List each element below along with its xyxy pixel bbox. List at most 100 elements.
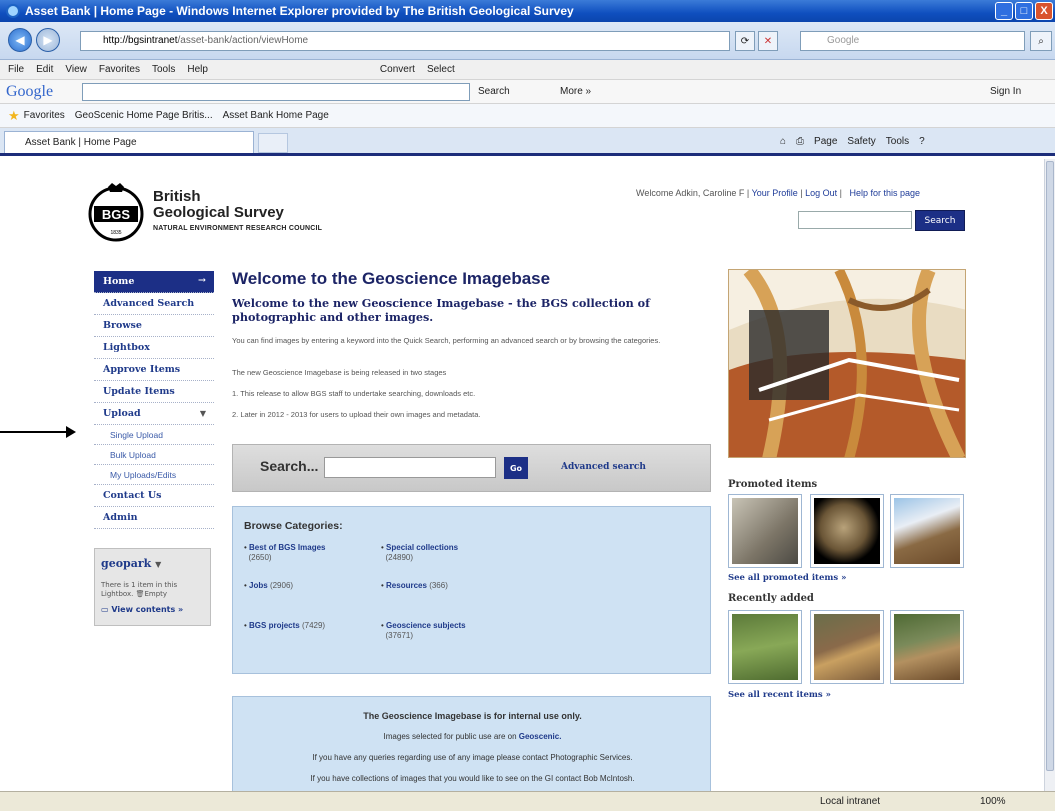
quick-search-button[interactable]: Search	[915, 210, 965, 231]
view-contents-link[interactable]: ▭ View contents »	[101, 605, 183, 614]
url-input[interactable]: http://bgsintranet/asset-bank/action/vie…	[80, 31, 730, 51]
menu-tools[interactable]: Tools	[152, 64, 175, 75]
lightbox-panel: geopark ▼ There is 1 item in this Lightb…	[94, 548, 211, 626]
page-menu[interactable]: Page	[814, 136, 837, 147]
lightbox-title[interactable]: geopark ▼	[101, 557, 161, 570]
new-tab-button[interactable]	[258, 133, 288, 153]
see-all-recent-link[interactable]: See all recent items »	[728, 690, 831, 700]
info-panel: The Geoscience Imagebase is for internal…	[232, 696, 711, 791]
safety-menu[interactable]: Safety	[847, 136, 875, 147]
annotation-arrowhead	[66, 426, 76, 438]
promoted-thumb-3[interactable]	[890, 494, 964, 568]
menu-edit[interactable]: Edit	[36, 64, 53, 75]
vertical-scrollbar[interactable]	[1044, 159, 1055, 791]
svg-text:BGS: BGS	[102, 207, 131, 222]
google-sign-in[interactable]: Sign In	[990, 86, 1021, 97]
go-button[interactable]: Go	[504, 457, 528, 479]
page-title: Welcome to the Geoscience Imagebase	[232, 269, 551, 288]
sidebar-item-home[interactable]: Home	[94, 271, 214, 293]
zoom-level[interactable]: 100%	[980, 796, 1006, 807]
google-logo: Google	[6, 83, 54, 100]
ie-icon	[6, 4, 20, 18]
category-special-collections[interactable]: • Special collections (24890)	[381, 543, 458, 563]
favorites-button[interactable]: Favorites	[24, 110, 65, 121]
close-button[interactable]: X	[1035, 2, 1053, 20]
user-links: Welcome Adkin, Caroline F | Your Profile…	[636, 188, 921, 198]
sidebar-item-single-upload[interactable]: Single Upload	[94, 425, 214, 445]
geoscenic-link[interactable]: Geoscenic.	[519, 732, 562, 741]
tools-menu[interactable]: Tools	[886, 136, 909, 147]
menu-file[interactable]: File	[8, 64, 24, 75]
sidebar-item-my-uploads[interactable]: My Uploads/Edits	[94, 465, 214, 485]
recent-thumb-1[interactable]	[728, 610, 802, 684]
home-icon[interactable]: ⌂	[780, 136, 786, 147]
help-link[interactable]: Help for this page	[850, 188, 921, 198]
address-bar: ◀ ▶ http://bgsintranet/asset-bank/action…	[0, 22, 1055, 60]
category-resources[interactable]: • Resources (366)	[381, 581, 448, 591]
log-out-link[interactable]: Log Out	[805, 188, 837, 198]
help-icon[interactable]: ?	[919, 136, 925, 147]
menu-help[interactable]: Help	[187, 64, 208, 75]
search-input[interactable]	[324, 457, 496, 478]
see-all-promoted-link[interactable]: See all promoted items »	[728, 573, 846, 583]
sidebar-item-approve-items[interactable]: Approve Items	[94, 359, 214, 381]
window-controls: _ □ X	[995, 2, 1053, 20]
google-toolbar: Google Search More » Sign In	[0, 80, 1055, 104]
lightbox-empty-link[interactable]: Empty	[144, 590, 167, 598]
google-search-input[interactable]	[82, 83, 470, 101]
internal-use-notice: The Geoscience Imagebase is for internal…	[363, 711, 582, 721]
menu-view[interactable]: View	[65, 64, 87, 75]
sidebar-nav: Home Advanced Search Browse Lightbox App…	[94, 271, 214, 529]
tab-bar: Asset Bank | Home Page ⌂ ⎙ Page Safety T…	[0, 128, 1055, 156]
scrollbar-thumb[interactable]	[1046, 161, 1054, 771]
tab-asset-bank[interactable]: Asset Bank | Home Page	[4, 131, 254, 153]
window-title: Asset Bank | Home Page - Windows Interne…	[25, 4, 574, 18]
recent-thumb-2[interactable]	[810, 610, 884, 684]
convert-button[interactable]: Convert	[380, 64, 415, 75]
release-stage-2: 2. Later in 2012 - 2013 for users to upl…	[232, 410, 481, 419]
category-geoscience-subjects[interactable]: • Geoscience subjects (37671)	[381, 621, 466, 641]
promoted-thumb-2[interactable]	[810, 494, 884, 568]
chevron-down-icon: ▼	[155, 559, 162, 569]
sidebar-item-admin[interactable]: Admin	[94, 507, 214, 529]
favorite-geoscenic[interactable]: GeoScenic Home Page Britis...	[75, 110, 213, 121]
favorites-star-icon: ★	[8, 107, 20, 123]
google-more-button[interactable]: More »	[560, 86, 591, 97]
category-bgs-projects[interactable]: • BGS projects (7429)	[244, 621, 325, 631]
refresh-icon[interactable]: ⟳	[735, 31, 755, 51]
sidebar-item-update-items[interactable]: Update Items	[94, 381, 214, 403]
google-search-button[interactable]: Search	[478, 86, 510, 97]
favorite-asset-bank[interactable]: Asset Bank Home Page	[223, 110, 329, 121]
search-icon[interactable]: ⌕	[1030, 31, 1052, 51]
select-button[interactable]: Select	[427, 64, 455, 75]
browser-window: Asset Bank | Home Page - Windows Interne…	[0, 0, 1055, 811]
sidebar-item-advanced-search[interactable]: Advanced Search	[94, 293, 214, 315]
recent-thumb-3[interactable]	[890, 610, 964, 684]
back-icon[interactable]: ◀	[8, 28, 32, 52]
title-bar: Asset Bank | Home Page - Windows Interne…	[0, 0, 1055, 22]
sidebar-item-browse[interactable]: Browse	[94, 315, 214, 337]
your-profile-link[interactable]: Your Profile	[752, 188, 798, 198]
category-best-of-bgs[interactable]: • Best of BGS Images (2650)	[244, 543, 326, 563]
promoted-thumb-1[interactable]	[728, 494, 802, 568]
search-panel: Search... Go Advanced search	[232, 444, 711, 492]
sidebar-item-contact-us[interactable]: Contact Us	[94, 485, 214, 507]
forward-icon[interactable]: ▶	[36, 28, 60, 52]
stop-icon[interactable]: ✕	[758, 31, 778, 51]
advanced-search-link[interactable]: Advanced search	[561, 462, 646, 472]
promoted-title: Promoted items	[728, 479, 818, 490]
print-icon[interactable]: ⎙	[796, 136, 804, 147]
browser-search-input[interactable]: Google	[800, 31, 1025, 51]
quick-search-input[interactable]	[798, 211, 912, 229]
release-text: The new Geoscience Imagebase is being re…	[232, 368, 447, 377]
featured-image[interactable]	[728, 269, 966, 458]
sidebar-item-upload[interactable]: Upload ▼	[94, 403, 214, 425]
sidebar-item-lightbox[interactable]: Lightbox	[94, 337, 214, 359]
page-subtitle: Welcome to the new Geoscience Imagebase …	[232, 296, 650, 324]
menu-favorites[interactable]: Favorites	[99, 64, 140, 75]
menu-bar: File Edit View Favorites Tools Help Conv…	[0, 60, 1055, 80]
sidebar-item-bulk-upload[interactable]: Bulk Upload	[94, 445, 214, 465]
maximize-button[interactable]: □	[1015, 2, 1033, 20]
category-jobs[interactable]: • Jobs (2906)	[244, 581, 293, 591]
minimize-button[interactable]: _	[995, 2, 1013, 20]
